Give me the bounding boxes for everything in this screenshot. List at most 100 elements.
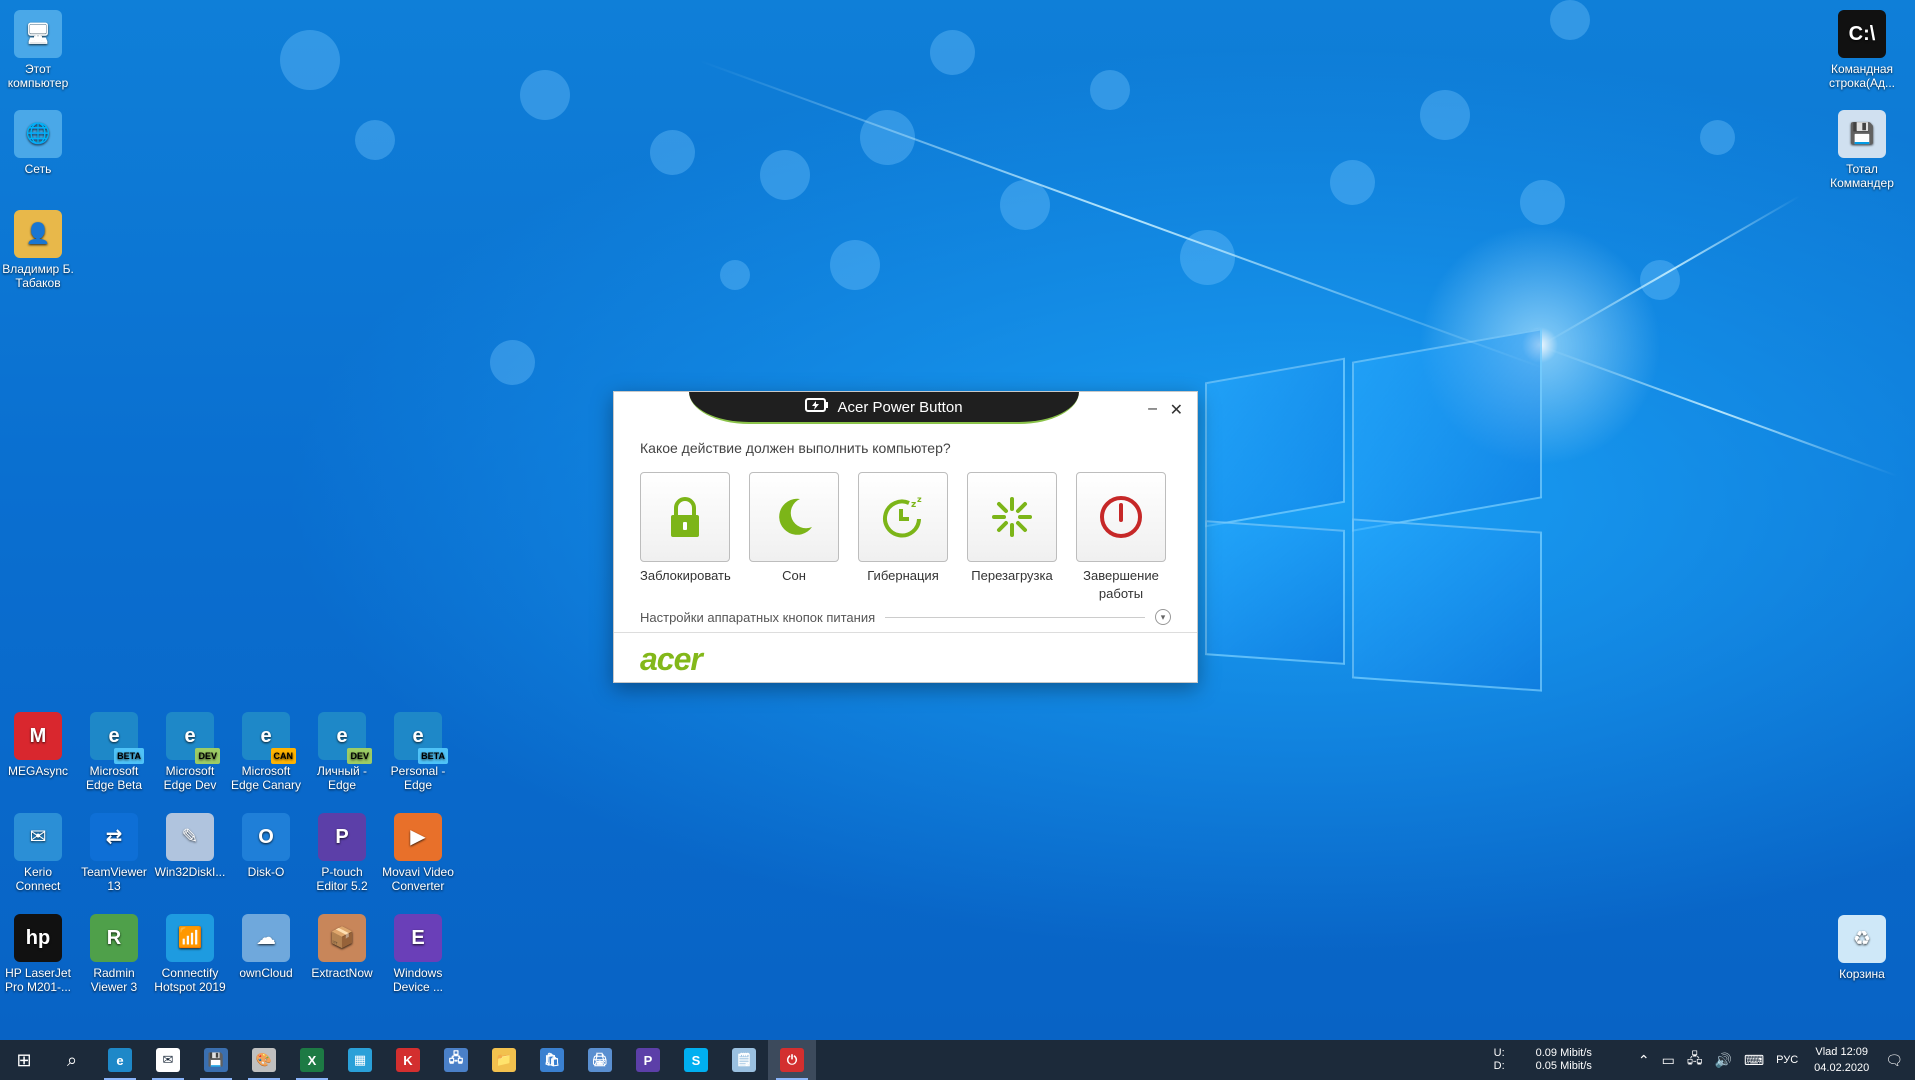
- shutdown-label: Завершение работы: [1083, 568, 1159, 601]
- desktop-icon-microsoft-edge-beta[interactable]: e BETA Microsoft Edge Beta: [76, 712, 152, 792]
- hardware-buttons-settings-label: Настройки аппаратных кнопок питания: [640, 609, 876, 625]
- battery-icon[interactable]: ▭: [1662, 1052, 1675, 1069]
- shutdown-button[interactable]: Завершение работы: [1076, 472, 1166, 603]
- volume-icon[interactable]: 🔊: [1714, 1052, 1731, 1069]
- desktop-icon-network[interactable]: 🌐 Сеть: [0, 110, 76, 176]
- taskbar-apps: ⊞ ⌕ e ✉ 💾 🎨 X ▦ K 🖧 📁 🛍 🖨 P S 🗒 ⏻: [0, 1040, 816, 1080]
- icon-glyph: ▶: [410, 826, 426, 848]
- desktop-icon-connectify-hotspot-2019[interactable]: 📶 Connectify Hotspot 2019: [152, 914, 228, 994]
- minimize-button[interactable]: –: [1148, 400, 1157, 418]
- taskbar-paint-button[interactable]: 🎨: [240, 1040, 288, 1080]
- keyboard-icon[interactable]: ⌨: [1744, 1052, 1764, 1069]
- desktop-icon-hp-laserjet-pro-m201[interactable]: hp HP LaserJet Pro M201-...: [0, 914, 76, 994]
- icon-badge: BETA: [418, 748, 448, 764]
- language-indicator[interactable]: РУС: [1776, 1054, 1798, 1066]
- restart-button[interactable]: Перезагрузка: [967, 472, 1057, 603]
- icon-glyph: M: [29, 725, 47, 747]
- taskbar-explorer-button[interactable]: 📁: [480, 1040, 528, 1080]
- chevron-down-icon[interactable]: ▾: [1155, 609, 1171, 625]
- hibernate-button[interactable]: zz Гибернация: [858, 472, 948, 603]
- desktop-icon-megasync[interactable]: M MEGAsync: [0, 712, 76, 778]
- taskbar-start-button[interactable]: ⊞: [0, 1040, 48, 1080]
- desktop-icon-command-prompt[interactable]: C:\ Командная строка(Ад...: [1824, 10, 1900, 90]
- desktop-icon-личный-edge[interactable]: e DEV Личный - Edge: [304, 712, 380, 792]
- svg-text:z: z: [917, 495, 922, 504]
- notifications-icon[interactable]: 🗨: [1885, 1052, 1903, 1069]
- hibernate-icon: zz: [858, 472, 948, 562]
- network-icon[interactable]: 🖧: [1687, 1048, 1703, 1072]
- taskbar-save-button[interactable]: 💾: [192, 1040, 240, 1080]
- icon-badge: CAN: [270, 748, 296, 764]
- taskbar-excel-button[interactable]: X: [288, 1040, 336, 1080]
- desktop-icon-windows-device[interactable]: E Windows Device ...: [380, 914, 456, 994]
- desktop-icon-microsoft-edge-dev[interactable]: e DEV Microsoft Edge Dev: [152, 712, 228, 792]
- hp-laserjet-pro-m201-icon: hp: [14, 914, 62, 962]
- start-icon: ⊞: [16, 1049, 32, 1070]
- desktop-icon-label: Владимир Б. Табаков: [2, 262, 74, 290]
- p-touch-icon: P: [636, 1048, 660, 1072]
- desktop-icon-movavi-video-converter[interactable]: ▶ Movavi Video Converter: [380, 813, 456, 893]
- taskbar-notes-button[interactable]: 🗒: [720, 1040, 768, 1080]
- desktop-icon-label: MEGAsync: [7, 764, 68, 778]
- icon-glyph: ✎: [181, 826, 199, 848]
- desktop-icon-total-commander[interactable]: 💾 Тотал Коммандер: [1824, 110, 1900, 190]
- icon-glyph: e: [108, 725, 120, 747]
- sleep-button[interactable]: Сон: [749, 472, 839, 603]
- desktop-icon-label: Этот компьютер: [7, 62, 69, 90]
- microsoft-edge-beta-icon: e BETA: [90, 712, 144, 764]
- desktop-icon-owncloud[interactable]: ☁ ownCloud: [228, 914, 304, 980]
- icon-glyph: 💾: [1849, 123, 1875, 145]
- desktop-icon-label: HP LaserJet Pro M201-...: [4, 966, 72, 994]
- taskbar-azure-storage-button[interactable]: ▦: [336, 1040, 384, 1080]
- search-icon: ⌕: [66, 1049, 78, 1070]
- mail-icon: ✉: [156, 1048, 180, 1072]
- clock[interactable]: Vlad 12:09 04.02.2020: [1814, 1044, 1869, 1076]
- azure-storage-icon: ▦: [348, 1048, 372, 1072]
- close-button[interactable]: ✕: [1170, 400, 1183, 420]
- icon-glyph: O: [258, 826, 274, 848]
- this-pc-icon: 🖥: [14, 10, 62, 58]
- desktop-icon-this-pc[interactable]: 🖥 Этот компьютер: [0, 10, 76, 90]
- taskbar-acer-power-button-button[interactable]: ⏻: [768, 1040, 816, 1080]
- explorer-icon: 📁: [492, 1048, 516, 1072]
- desktop-icon-recycle-bin[interactable]: ♻ Корзина: [1824, 915, 1900, 981]
- desktop-icon-label: Командная строка(Ад...: [1828, 62, 1896, 90]
- chevron-up-icon[interactable]: ⌃: [1638, 1052, 1650, 1069]
- taskbar-edge-canary-button[interactable]: e: [96, 1040, 144, 1080]
- taskbar-mail-button[interactable]: ✉: [144, 1040, 192, 1080]
- desktop-icon-extractnow[interactable]: 📦 ExtractNow: [304, 914, 380, 980]
- dialog-question: Какое действие должен выполнить компьюте…: [640, 440, 951, 456]
- paint-icon: 🎨: [252, 1048, 276, 1072]
- taskbar-p-touch-button[interactable]: P: [624, 1040, 672, 1080]
- icon-glyph: e: [412, 725, 424, 747]
- desktop-icon-radmin-viewer-3[interactable]: R Radmin Viewer 3: [76, 914, 152, 994]
- svg-text:z: z: [911, 500, 916, 510]
- desktop-icon-personal-edge[interactable]: e BETA Personal - Edge: [380, 712, 456, 792]
- owncloud-icon: ☁: [242, 914, 290, 962]
- desktop-icon-p-touch-editor-5-2[interactable]: P P-touch Editor 5.2: [304, 813, 380, 893]
- desktop-icon-disk-o[interactable]: O Disk-O: [228, 813, 304, 879]
- lock-button[interactable]: Заблокировать: [640, 472, 731, 603]
- desktop-icon-microsoft-edge-canary[interactable]: e CAN Microsoft Edge Canary: [228, 712, 304, 792]
- recycle-bin-icon: ♻: [1838, 915, 1886, 963]
- skype-icon: S: [684, 1048, 708, 1072]
- taskbar-store-button[interactable]: 🛍: [528, 1040, 576, 1080]
- taskbar-search-button[interactable]: ⌕: [48, 1040, 96, 1080]
- taskbar-skype-button[interactable]: S: [672, 1040, 720, 1080]
- desktop-icon-user-folder[interactable]: 👤 Владимир Б. Табаков: [0, 210, 76, 290]
- hardware-buttons-settings[interactable]: Настройки аппаратных кнопок питания ▾: [640, 609, 1171, 625]
- dialog-titlebar[interactable]: Acer Power Button – ✕: [614, 392, 1197, 426]
- desktop-icon-kerio-connect[interactable]: ✉ Kerio Connect: [0, 813, 76, 893]
- личный-edge-icon: e DEV: [318, 712, 372, 764]
- desktop-icon-teamviewer-13[interactable]: ⇄ TeamViewer 13: [76, 813, 152, 893]
- network-icon: 🌐: [14, 110, 62, 158]
- restart-label: Перезагрузка: [971, 568, 1053, 583]
- desktop-icon-win32diski[interactable]: ✎ Win32DiskI...: [152, 813, 228, 879]
- taskbar-kaspersky-button[interactable]: K: [384, 1040, 432, 1080]
- dialog-footer: acer: [614, 632, 1197, 682]
- taskbar-printer-button[interactable]: 🖨: [576, 1040, 624, 1080]
- desktop-icon-label: Personal - Edge: [390, 764, 446, 792]
- system-tray: U: 0.09 Mibit/s D: 0.05 Mibit/s ⌃ ▭ 🖧 🔊 ⌨ …: [1494, 1040, 1915, 1080]
- battery-icon: [805, 397, 829, 417]
- taskbar-remote-desktop-button[interactable]: 🖧: [432, 1040, 480, 1080]
